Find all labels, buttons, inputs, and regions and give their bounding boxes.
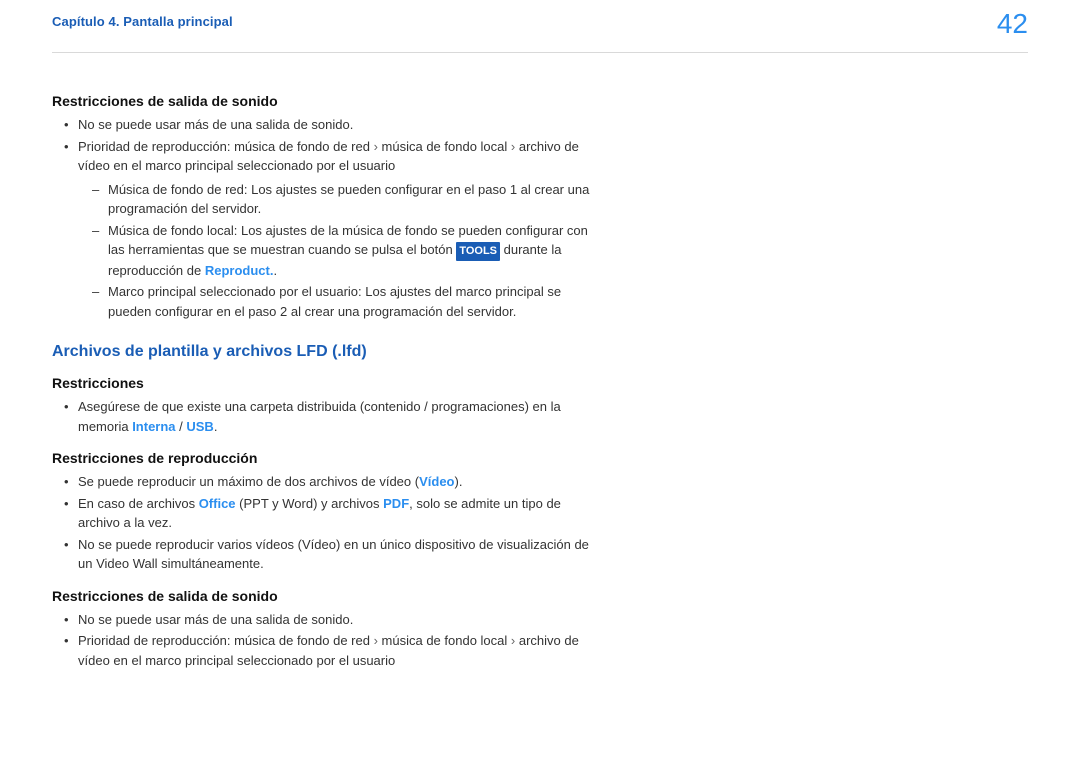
list-item: Prioridad de reproducción: música de fon… (64, 137, 592, 322)
heading-sound-output-restrictions: Restricciones de salida de sonido (52, 93, 592, 109)
body-text: Prioridad de reproducción: música de fon… (78, 139, 374, 154)
content-column: Restricciones de salida de sonido No se … (52, 93, 592, 670)
body-text: música de fondo local (378, 633, 511, 648)
body-text: ). (455, 474, 463, 489)
list-item: En caso de archivos Office (PPT y Word) … (64, 494, 592, 533)
highlight-reproduct: Reproduct. (205, 263, 274, 278)
body-text: . (273, 263, 277, 278)
page-header: Capítulo 4. Pantalla principal 42 (52, 14, 1028, 46)
list-item: No se puede usar más de una salida de so… (64, 610, 592, 630)
highlight-usb: USB (186, 419, 213, 434)
highlight-interna: Interna (132, 419, 175, 434)
sublist: Música de fondo de red: Los ajustes se p… (78, 180, 592, 322)
body-text: . (214, 419, 218, 434)
list-item: Música de fondo local: Los ajustes de la… (92, 221, 592, 281)
body-text: música de fondo local (378, 139, 511, 154)
body-text: Prioridad de reproducción: música de fon… (78, 633, 374, 648)
body-text: Marco principal seleccionado por el usua… (108, 284, 561, 319)
list-item: Prioridad de reproducción: música de fon… (64, 631, 592, 670)
body-text: No se puede usar más de una salida de so… (78, 117, 353, 132)
highlight-office: Office (199, 496, 236, 511)
list-playback: Se puede reproducir un máximo de dos arc… (52, 472, 592, 574)
heading-sound-output-restrictions-2: Restricciones de salida de sonido (52, 588, 592, 604)
body-text: Música de fondo de red: Los ajustes se p… (108, 182, 589, 217)
body-text: En caso de archivos (78, 496, 199, 511)
body-text: No se puede reproducir varios vídeos (Ví… (78, 537, 589, 572)
heading-restrictions: Restricciones (52, 375, 592, 391)
body-text: / (176, 419, 187, 434)
list-item: Música de fondo de red: Los ajustes se p… (92, 180, 592, 219)
list-item: Marco principal seleccionado por el usua… (92, 282, 592, 321)
highlight-video: Vídeo (419, 474, 454, 489)
chapter-title: Capítulo 4. Pantalla principal (52, 14, 233, 29)
body-text: Se puede reproducir un máximo de dos arc… (78, 474, 419, 489)
highlight-pdf: PDF (383, 496, 409, 511)
list-item: Se puede reproducir un máximo de dos arc… (64, 472, 592, 492)
list-sound-output: No se puede usar más de una salida de so… (52, 115, 592, 321)
list-item: No se puede usar más de una salida de so… (64, 115, 592, 135)
list-sound-output-2: No se puede usar más de una salida de so… (52, 610, 592, 671)
list-item: No se puede reproducir varios vídeos (Ví… (64, 535, 592, 574)
heading-playback-restrictions: Restricciones de reproducción (52, 450, 592, 466)
document-page: Capítulo 4. Pantalla principal 42 Restri… (0, 0, 1080, 763)
header-divider (52, 52, 1028, 53)
list-item: Asegúrese de que existe una carpeta dist… (64, 397, 592, 436)
list-restrictions: Asegúrese de que existe una carpeta dist… (52, 397, 592, 436)
tools-chip: TOOLS (456, 242, 500, 261)
page-number: 42 (997, 8, 1028, 40)
heading-template-lfd: Archivos de plantilla y archivos LFD (.l… (52, 343, 592, 361)
body-text: No se puede usar más de una salida de so… (78, 612, 353, 627)
body-text: (PPT y Word) y archivos (236, 496, 384, 511)
